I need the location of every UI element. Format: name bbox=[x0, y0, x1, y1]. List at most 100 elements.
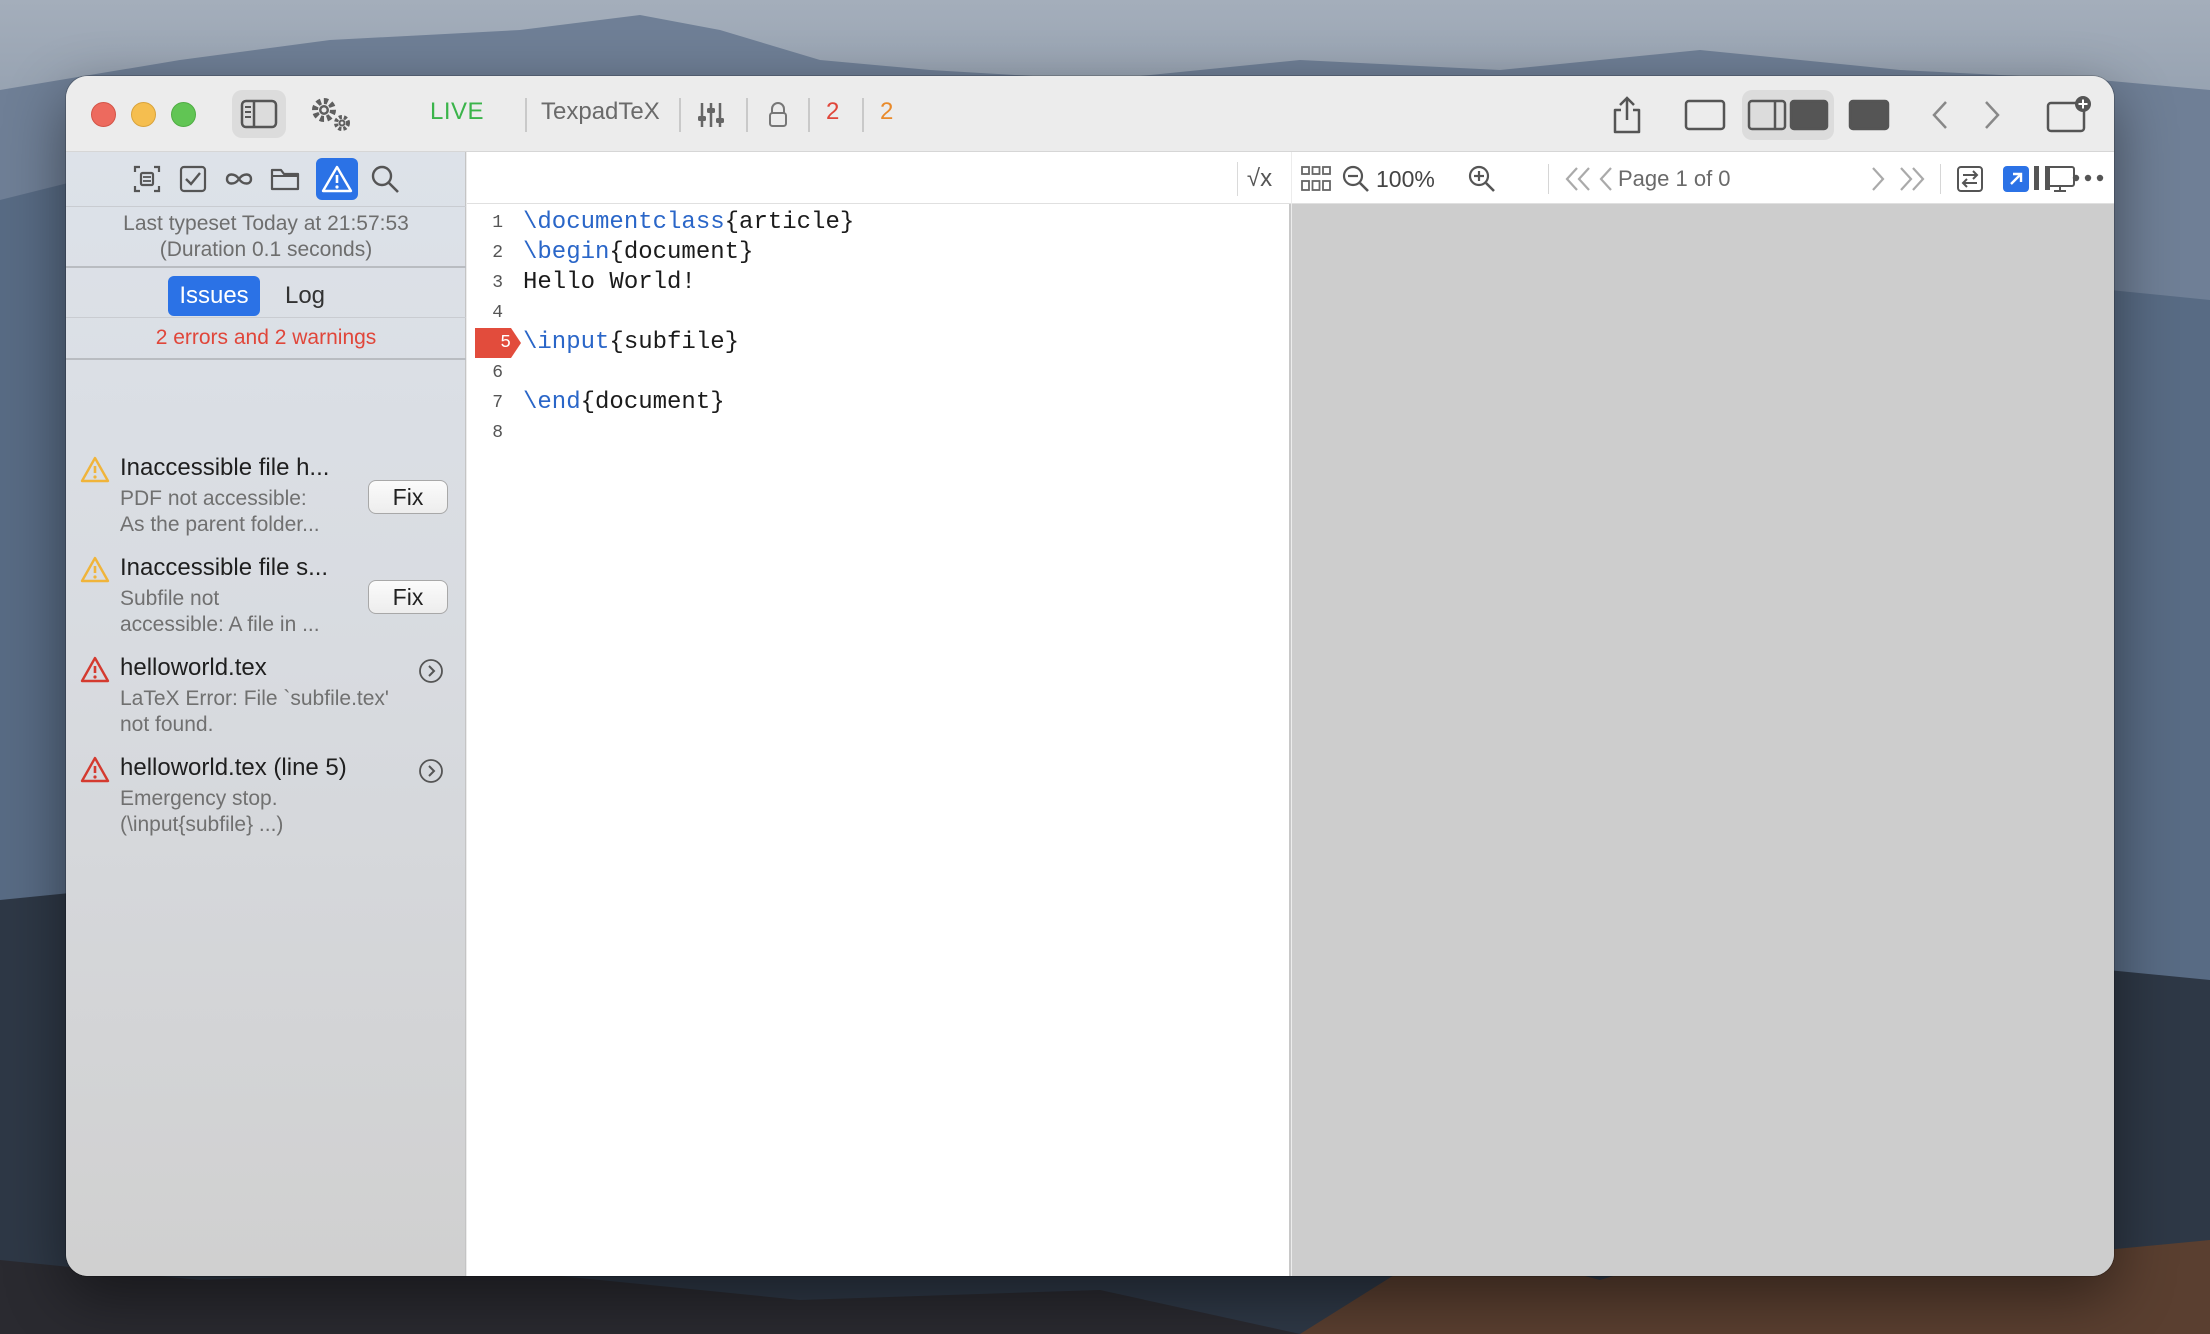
latex-command: \input bbox=[523, 329, 610, 356]
code-text[interactable]: Hello World! bbox=[523, 268, 696, 298]
issue-description-line: (\input{subfile} ...) bbox=[120, 813, 284, 836]
zoom-level[interactable]: 100% bbox=[1376, 166, 1435, 193]
outline-view-button[interactable] bbox=[126, 158, 168, 200]
issue-description: LaTeX Error: File `subfile.tex' not foun… bbox=[120, 686, 389, 738]
issue-title: helloworld.tex bbox=[120, 654, 267, 681]
issue-description-line: As the parent folder... bbox=[120, 513, 320, 536]
error-icon bbox=[80, 756, 110, 783]
error-count[interactable]: 2 bbox=[826, 98, 839, 126]
code-line[interactable]: 4 bbox=[467, 298, 1291, 328]
editor-only-layout-button[interactable] bbox=[1680, 96, 1730, 134]
code-line[interactable]: 1 \documentclass{article} bbox=[467, 208, 1291, 238]
issue-title: helloworld.tex (line 5) bbox=[120, 754, 347, 781]
sidebar: Last typeset Today at 21:57:53 (Duration… bbox=[66, 152, 466, 1276]
issue-description-line: not found. bbox=[120, 713, 214, 736]
code-text[interactable]: \begin{document} bbox=[523, 238, 753, 268]
issues-summary: 2 errors and 2 warnings bbox=[66, 318, 466, 360]
warning-icon bbox=[80, 556, 110, 583]
settings-button[interactable] bbox=[306, 92, 356, 136]
preview-only-layout-button[interactable] bbox=[1844, 96, 1894, 134]
latex-command: \documentclass bbox=[523, 209, 725, 236]
code-line[interactable]: 2 \begin{document} bbox=[467, 238, 1291, 268]
tab-issues[interactable]: Issues bbox=[168, 276, 260, 316]
page-grid-button[interactable] bbox=[1298, 161, 1334, 197]
zoom-in-button[interactable] bbox=[1464, 161, 1500, 197]
minimize-window-button[interactable] bbox=[131, 102, 156, 127]
code-text[interactable]: \documentclass{article} bbox=[523, 208, 854, 238]
sync-source-button[interactable] bbox=[1952, 161, 1988, 197]
grid-icon bbox=[1301, 166, 1331, 191]
go-to-line-icon[interactable] bbox=[418, 658, 444, 684]
latex-argument: {document} bbox=[609, 239, 754, 266]
code-line[interactable]: 3 Hello World! bbox=[467, 268, 1291, 298]
latex-argument: {subfile} bbox=[609, 329, 740, 356]
tab-log[interactable]: Log bbox=[270, 276, 340, 316]
typeset-options-button[interactable] bbox=[692, 96, 730, 134]
pause-typeset-button[interactable] bbox=[2026, 161, 2058, 195]
infinity-icon bbox=[225, 173, 253, 185]
fix-button[interactable]: Fix bbox=[368, 580, 448, 614]
line-number: 7 bbox=[492, 393, 503, 413]
latex-command: \begin bbox=[523, 239, 610, 266]
sidebar-icon bbox=[240, 99, 278, 129]
issue-item[interactable]: helloworld.tex (line 5) Emergency stop. … bbox=[80, 754, 460, 850]
fix-button[interactable]: Fix bbox=[368, 480, 448, 514]
code-text[interactable]: \end{document} bbox=[523, 388, 725, 418]
warning-count[interactable]: 2 bbox=[880, 98, 893, 126]
double-chevron-right-icon bbox=[1900, 167, 1925, 191]
share-button[interactable] bbox=[1602, 90, 1652, 140]
insert-math-button[interactable]: √x bbox=[1237, 162, 1281, 196]
gears-icon bbox=[312, 98, 350, 131]
code-line[interactable]: 7 \end{document} bbox=[467, 388, 1291, 418]
pdf-preview[interactable]: 100% Page 1 of 0 bbox=[1292, 152, 2114, 1276]
code-line[interactable]: 6 bbox=[467, 358, 1291, 388]
issue-item[interactable]: Inaccessible file s... Subfile not acces… bbox=[80, 554, 460, 650]
line-number: 1 bbox=[492, 213, 503, 233]
issues-view-button[interactable] bbox=[316, 158, 358, 200]
code-text[interactable]: \input{subfile} bbox=[523, 328, 739, 358]
next-page-button[interactable] bbox=[1860, 161, 1896, 197]
forward-button[interactable] bbox=[1974, 94, 2010, 136]
zoom-out-icon bbox=[1342, 165, 1369, 192]
issue-title: Inaccessible file s... bbox=[120, 554, 329, 581]
issue-item[interactable]: Inaccessible file h... PDF not accessibl… bbox=[80, 454, 460, 550]
last-typeset-info: Last typeset Today at 21:57:53 (Duration… bbox=[66, 206, 466, 266]
split-layout-button[interactable] bbox=[1742, 90, 1834, 140]
code-line-error[interactable]: 5 \input{subfile} bbox=[467, 328, 1291, 358]
todo-view-button[interactable] bbox=[172, 158, 214, 200]
last-page-button[interactable] bbox=[1894, 161, 1930, 197]
search-view-button[interactable] bbox=[364, 158, 406, 200]
live-typeset-toggle[interactable]: LIVE bbox=[430, 98, 484, 126]
chevron-left-icon bbox=[1932, 101, 1947, 129]
sidebar-toggle-button[interactable] bbox=[232, 90, 286, 138]
zoom-out-button[interactable] bbox=[1338, 161, 1374, 197]
references-view-button[interactable] bbox=[218, 158, 260, 200]
zoom-in-icon bbox=[1468, 165, 1495, 192]
source-editor[interactable]: √x 1 \documentclass{article} 2 \begin{do… bbox=[467, 152, 1291, 1276]
ellipsis-icon bbox=[2072, 174, 2104, 182]
files-view-button[interactable] bbox=[264, 158, 306, 200]
latex-command: \end bbox=[523, 389, 581, 416]
sync-icon bbox=[1957, 166, 1983, 192]
error-line-number[interactable]: 5 bbox=[475, 328, 521, 358]
close-window-button[interactable] bbox=[91, 102, 116, 127]
code-line[interactable]: 8 bbox=[467, 418, 1291, 448]
toolbar-separator bbox=[1548, 164, 1549, 194]
more-options-button[interactable] bbox=[2070, 163, 2106, 193]
new-tab-button[interactable] bbox=[2042, 90, 2096, 140]
chevron-left-icon bbox=[1599, 167, 1612, 191]
chevron-right-icon bbox=[1985, 101, 2000, 129]
typeset-engine-selector[interactable]: TexpadTeX bbox=[541, 98, 660, 126]
issue-description-line: accessible: A file in ... bbox=[120, 613, 320, 636]
latex-argument: Hello World! bbox=[523, 269, 696, 296]
issue-item[interactable]: helloworld.tex LaTeX Error: File `subfil… bbox=[80, 654, 460, 750]
chevron-right-icon bbox=[1872, 167, 1885, 191]
go-to-line-icon[interactable] bbox=[418, 758, 444, 784]
checkbox-icon bbox=[179, 165, 207, 193]
back-button[interactable] bbox=[1922, 94, 1958, 136]
code-area[interactable]: 1 \documentclass{article} 2 \begin{docum… bbox=[467, 208, 1291, 448]
outline-icon bbox=[133, 165, 161, 193]
issue-description-line: Subfile not bbox=[120, 587, 220, 610]
lock-button[interactable] bbox=[760, 96, 796, 134]
zoom-window-button[interactable] bbox=[171, 102, 196, 127]
